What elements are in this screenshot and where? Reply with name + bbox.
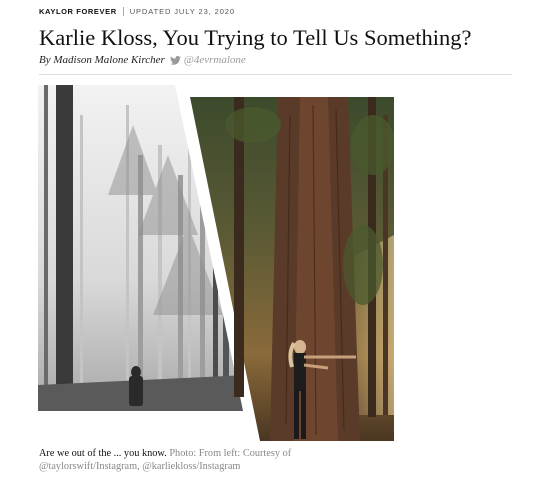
twitter-bird-icon xyxy=(169,55,181,65)
rubric-link[interactable]: KAYLOR FOREVER xyxy=(39,7,117,16)
photo-caption: Are we out of the ... you know. Photo: F… xyxy=(39,447,349,473)
author-link[interactable]: By Madison Malone Kircher xyxy=(39,54,165,66)
byline: By Madison Malone Kircher @4evrmalone xyxy=(39,54,246,66)
twitter-handle-link[interactable]: @4evrmalone xyxy=(184,54,246,66)
article-kicker: KAYLOR FOREVER UPDATED JULY 23, 2020 xyxy=(39,7,235,16)
caption-text: Are we out of the ... you know. xyxy=(39,448,167,459)
kicker-divider xyxy=(122,7,124,16)
header-divider xyxy=(39,74,512,75)
updated-date: UPDATED JULY 23, 2020 xyxy=(129,7,235,16)
article-headline: Karlie Kloss, You Trying to Tell Us Some… xyxy=(39,25,472,50)
article-photo xyxy=(38,85,394,441)
